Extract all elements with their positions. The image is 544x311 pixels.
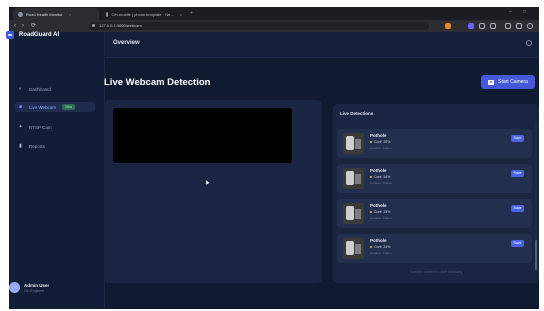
gauge-icon: ◐ [18,85,23,92]
detection-confidence: Conf: 20% [370,140,390,144]
forward-button[interactable]: › [22,22,24,30]
back-button[interactable]: ‹ [14,22,16,30]
save-detection-button[interactable]: Save [511,240,524,247]
confidence-dot-icon [370,211,372,214]
detection-confidence: Conf: 24% [370,175,390,179]
tab-label: Road Health Monitor [26,11,63,17]
browser-tabbar: Road Health Monitor × Cfn-mobile | phone… [9,7,539,20]
settings-icon[interactable] [526,40,532,46]
detection-card: Pothole Conf: 24% Location: Frame Save [337,164,532,193]
extension-icon[interactable] [505,23,511,29]
extension-icon[interactable] [516,23,522,29]
user-profile[interactable]: Admin User Cfn Engineer [9,282,49,293]
detection-confidence: Conf: 24% [370,245,390,249]
maximize-button[interactable]: □ [523,9,526,15]
user-info: Admin User Cfn Engineer [24,283,49,293]
detection-card: Pothole Conf: 23% Location: Frame Save [337,199,532,228]
close-tab-icon[interactable]: × [69,12,71,17]
browser-toolbar: ‹ › ⟳ 127.0.0.1:5000/webcam [9,20,539,32]
tab-label: Cfn-mobile | phone template · Ne... [111,11,174,17]
save-detection-button[interactable]: Save [511,170,524,177]
brand[interactable]: RoadGuard AI [6,31,59,39]
sidebar-item-rtsp-cam[interactable]: ✦ RTSP Cam [15,122,97,132]
detection-thumbnail [343,133,364,154]
detection-label: Pothole [370,238,387,243]
detection-confidence: Conf: 23% [370,210,390,214]
avatar [9,282,20,293]
logo-icon [6,31,14,39]
extension-icon[interactable] [490,23,496,29]
reload-button[interactable]: ⟳ [31,22,36,30]
browser-tab-phone-template[interactable]: Cfn-mobile | phone template · Ne... × [101,8,187,20]
start-camera-label: Start Camera [498,79,528,85]
confidence-dot-icon [370,246,372,249]
detection-location: Location: Frame [370,216,392,220]
user-role: Cfn Engineer [24,288,45,293]
screen: Road Health Monitor × Cfn-mobile | phone… [0,0,544,311]
sidebar-item-label: Dashboard [29,86,52,92]
sidebar [9,32,105,309]
topbar-title: Overview [113,40,140,46]
extension-icon[interactable] [445,23,451,29]
sidebar-item-dashboard[interactable]: ◐ Dashboard [15,84,97,94]
detection-label: Pothole [370,168,387,173]
minimize-button[interactable]: – [509,9,512,15]
detections-title: Live Detections [340,111,374,116]
site-info-icon[interactable] [92,24,95,27]
detection-label: Pothole [370,133,387,138]
detection-thumbnail [343,203,364,224]
globe-icon [18,11,23,17]
globe-icon [106,11,109,17]
topbar: Overview [105,32,539,58]
save-detection-button[interactable]: Save [511,205,524,212]
detection-location: Location: Frame [370,146,392,150]
start-camera-button[interactable]: Start Camera [481,75,535,89]
page-title: Live Webcam Detection [104,77,211,88]
detection-location: Location: Frame [370,251,392,255]
profile-icon[interactable] [527,23,533,29]
extension-icon[interactable] [479,23,485,29]
detection-thumbnail [343,238,364,259]
save-detection-button[interactable]: Save [511,135,524,142]
confidence-dot-icon [370,176,372,179]
new-badge: New [62,104,76,110]
browser-tab-road-health[interactable]: Road Health Monitor × [13,8,99,20]
detection-location: Location: Frame [370,181,392,185]
user-name: Admin User [24,282,50,288]
address-bar[interactable]: 127.0.0.1:5000/webcam [89,22,429,30]
sidebar-item-label: Reports [29,143,45,149]
sidebar-item-label: Live Webcam [29,104,57,110]
sidebar-item-live-webcam[interactable]: ■ Live Webcam New [15,102,95,112]
url-text: 127.0.0.1:5000/webcam [99,23,142,28]
detection-label: Pothole [370,203,387,208]
webcam-icon: ■ [18,103,23,110]
rtsp-icon: ✦ [18,123,23,130]
detections-scrollbar-thumb[interactable] [535,240,537,270]
report-icon: ▮ [19,142,22,149]
close-tab-icon[interactable]: × [180,12,182,17]
new-tab-button[interactable]: + [190,10,193,16]
detection-card: Pothole Conf: 20% Location: Frame Save [337,129,532,158]
detection-thumbnail [343,168,364,189]
sidebar-item-reports[interactable]: ▮ Reports [15,141,97,151]
camera-icon [488,79,495,85]
extension-icon[interactable] [468,23,474,29]
confidence-dot-icon [370,141,372,144]
webcam-video [113,108,292,163]
sidebar-item-label: RTSP Cam [29,124,52,130]
detection-card: Pothole Conf: 24% Location: Frame Save [337,234,532,263]
brand-name: RoadGuard AI [19,32,60,38]
detections-hint: Connect camera to start detecting [409,270,463,274]
